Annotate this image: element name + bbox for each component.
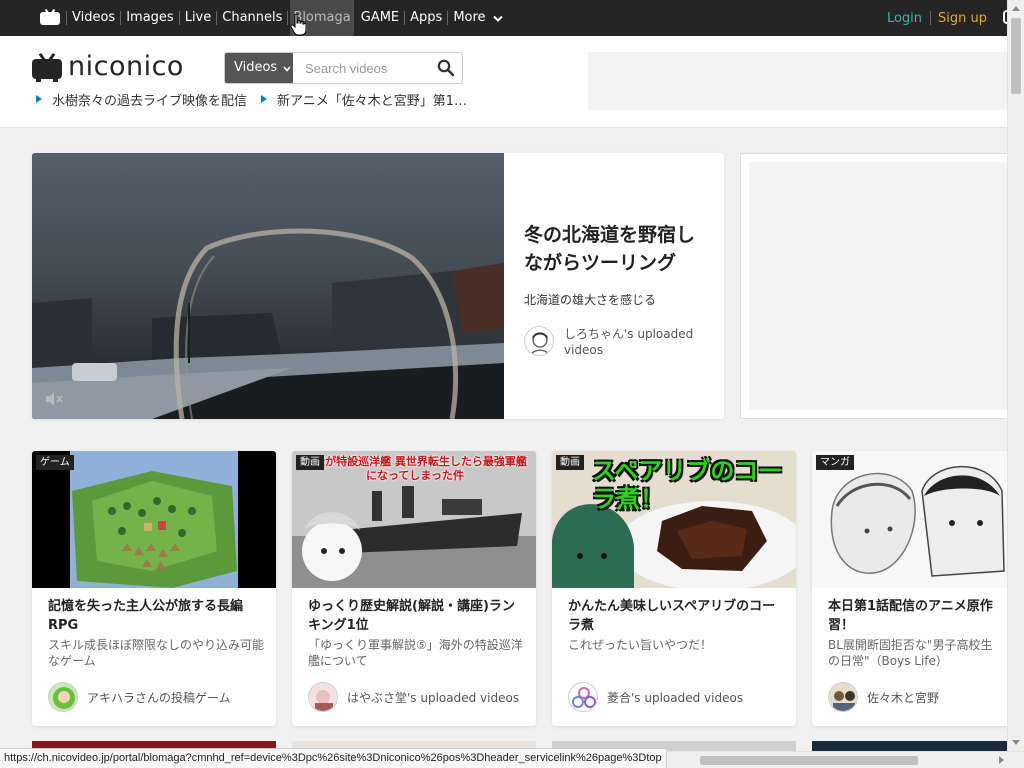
avatar bbox=[524, 326, 554, 356]
account-links: Login Sign up bbox=[887, 0, 987, 36]
featured-info: 冬の北海道を野宿しながらツーリング 北海道の雄大さを感じる しろちゃん's up… bbox=[504, 153, 724, 419]
site-header: niconico Videos 水樹奈々の過去ライブ映像を配信 新アニメ「佐々木… bbox=[0, 36, 1007, 128]
news-item[interactable]: 水樹奈々の過去ライブ映像を配信 bbox=[36, 90, 248, 109]
featured-uploader[interactable]: しろちゃん's uploaded videos bbox=[524, 326, 704, 358]
tv-logo-icon bbox=[32, 52, 62, 82]
news-item-text: 水樹奈々の過去ライブ映像を配信 bbox=[52, 93, 248, 109]
uploader-label: はやぶさ堂's uploaded videos bbox=[347, 690, 520, 705]
nav-apps[interactable]: Apps bbox=[407, 0, 445, 36]
card-thumbnail[interactable]: 動画 スペアリブのコーラ煮！ bbox=[552, 451, 796, 588]
mute-icon[interactable] bbox=[44, 391, 64, 407]
card-description: これぜったい旨いやつだ！ bbox=[568, 638, 713, 652]
nav-separator bbox=[120, 11, 122, 25]
side-ad-placeholder bbox=[749, 162, 1007, 410]
search-category-label: Videos bbox=[234, 60, 278, 75]
card-title[interactable]: 本日第1話配信のアニメ原作習！ bbox=[828, 597, 995, 635]
triangle-right-icon bbox=[261, 95, 268, 103]
card-uploader[interactable]: 佐々木と宮野 bbox=[828, 682, 999, 712]
niconico-logo[interactable]: niconico bbox=[32, 50, 184, 82]
nav-videos[interactable]: Videos bbox=[69, 0, 118, 36]
signup-link[interactable]: Sign up bbox=[938, 11, 987, 26]
nav-separator bbox=[404, 11, 406, 25]
triangle-right-icon bbox=[36, 95, 42, 103]
card-description: スキル成長ほぼ際限なしのやり込み可能なゲーム bbox=[48, 638, 265, 668]
scroll-up-arrow-icon[interactable] bbox=[1012, 6, 1020, 11]
thumbnail-caption: スペアリブのコーラ煮！ bbox=[592, 457, 783, 513]
card-uploader[interactable]: アキハラさんの投稿ゲーム bbox=[48, 682, 268, 712]
manga-art-image bbox=[812, 451, 1007, 588]
thumbnail-caption: 商船が特設巡洋艦 異世界転生したら最強軍艦になってしまった件 bbox=[303, 455, 527, 482]
card-description: BL展開断固拒否な"男子高校生の日常"（Boys Life） bbox=[828, 638, 993, 668]
featured-video-player[interactable] bbox=[32, 153, 504, 419]
uploader-label: 佐々木と宮野 bbox=[867, 690, 940, 705]
card-uploader[interactable]: はやぶさ堂's uploaded videos bbox=[308, 682, 528, 712]
category-tag: 動画 bbox=[556, 455, 584, 470]
category-tag: 動画 bbox=[296, 455, 324, 470]
category-tag: マンガ bbox=[816, 455, 854, 470]
avatar bbox=[828, 682, 858, 712]
card-thumbnail[interactable]: 動画 商船が特設巡洋艦 異世界転生したら最強軍艦になってしまった件 bbox=[292, 451, 536, 588]
content-card[interactable]: 動画 商船が特設巡洋艦 異世界転生したら最強軍艦になってしまった件 ゆっくり歴史… bbox=[292, 451, 536, 726]
uploader-label: しろちゃん's uploaded videos bbox=[564, 327, 694, 357]
niconico-tv-icon[interactable] bbox=[40, 8, 60, 26]
scrollbar-thumb[interactable] bbox=[700, 756, 918, 765]
nav-more[interactable]: More bbox=[450, 0, 505, 36]
card-title[interactable]: かんたん美味しいスペアリブのコーラ煮 bbox=[568, 597, 784, 635]
side-ad-box bbox=[740, 153, 1007, 419]
avatar bbox=[48, 682, 78, 712]
card-description: 「ゆっくり軍事解説⑤」海外の特設巡洋艦について bbox=[308, 638, 523, 668]
scroll-down-arrow-icon[interactable] bbox=[1012, 740, 1020, 745]
nav-channels[interactable]: Channels bbox=[219, 0, 285, 36]
card-uploader[interactable]: 菱合's uploaded videos bbox=[568, 682, 788, 712]
status-bar-url: https://ch.nicovideo.jp/portal/blomaga?c… bbox=[0, 748, 667, 768]
content-card[interactable]: マンガ 本日第1話配信のアニメ原作習！ BL展開断固拒否な"男子高校生の日常"（… bbox=[812, 451, 1007, 726]
logo-text: niconico bbox=[68, 50, 184, 82]
search-input[interactable] bbox=[297, 53, 427, 83]
card-title[interactable]: 記憶を失った主人公が旅する長編RPG bbox=[48, 597, 264, 635]
nav-separator bbox=[66, 11, 67, 25]
card-thumbnail[interactable]: マンガ bbox=[812, 451, 1007, 588]
service-nav: Videos Images Live Channels Blomaga GAME… bbox=[64, 0, 506, 36]
nav-game[interactable]: GAME bbox=[358, 0, 402, 36]
avatar bbox=[308, 682, 338, 712]
category-tag: ゲーム bbox=[36, 455, 74, 470]
nav-separator bbox=[178, 11, 180, 25]
nav-separator bbox=[216, 11, 218, 25]
featured-title[interactable]: 冬の北海道を野宿しながらツーリング bbox=[524, 221, 704, 277]
login-link[interactable]: Login bbox=[887, 11, 922, 26]
chevron-down-icon bbox=[283, 66, 291, 72]
account-separator bbox=[930, 11, 932, 25]
avatar bbox=[568, 682, 598, 712]
nav-separator bbox=[447, 11, 449, 25]
video-frame-image bbox=[32, 153, 504, 419]
search-box: Videos bbox=[224, 52, 463, 84]
card-title[interactable]: ゆっくり歴史解説(解説・講座)ランキング1位 bbox=[308, 597, 524, 635]
content-card[interactable]: 動画 スペアリブのコーラ煮！ かんたん美味しいスペアリブのコーラ煮 これぜったい… bbox=[552, 451, 796, 726]
hand-cursor-icon bbox=[290, 14, 306, 36]
nav-separator bbox=[287, 11, 289, 25]
news-ticker: 水樹奈々の過去ライブ映像を配信 新アニメ「佐々木と宮野」第1… bbox=[36, 90, 481, 109]
chevron-down-icon bbox=[492, 15, 503, 22]
news-item[interactable]: 新アニメ「佐々木と宮野」第1… bbox=[261, 90, 468, 109]
search-category-select[interactable]: Videos bbox=[225, 53, 293, 83]
uploader-label: 菱合's uploaded videos bbox=[607, 690, 744, 705]
card-thumbnail[interactable]: ゲーム bbox=[32, 451, 276, 588]
uploader-label: アキハラさんの投稿ゲーム bbox=[87, 690, 231, 705]
scrollbar-thumb[interactable] bbox=[1011, 18, 1021, 94]
search-icon[interactable] bbox=[437, 59, 455, 77]
content-card[interactable]: ゲーム 記憶を失った主人公が旅する長編RPG スキル成長ほぼ際限なしのやり込み可… bbox=[32, 451, 276, 726]
news-item-text: 新アニメ「佐々木と宮野」第1… bbox=[277, 93, 468, 109]
next-row-thumbnail[interactable] bbox=[812, 741, 1007, 751]
top-bar: Videos Images Live Channels Blomaga GAME… bbox=[0, 0, 1007, 36]
rpg-map-image bbox=[70, 451, 238, 588]
vertical-scrollbar[interactable] bbox=[1007, 0, 1024, 751]
nav-images[interactable]: Images bbox=[123, 0, 177, 36]
featured-video[interactable]: 冬の北海道を野宿しながらツーリング 北海道の雄大さを感じる しろちゃん's up… bbox=[32, 153, 724, 419]
header-ad-area bbox=[588, 52, 1007, 110]
scroll-right-arrow-icon[interactable] bbox=[999, 756, 1004, 764]
nav-more-label: More bbox=[453, 10, 486, 25]
nav-live[interactable]: Live bbox=[182, 0, 215, 36]
featured-description: 北海道の雄大さを感じる bbox=[524, 293, 657, 307]
